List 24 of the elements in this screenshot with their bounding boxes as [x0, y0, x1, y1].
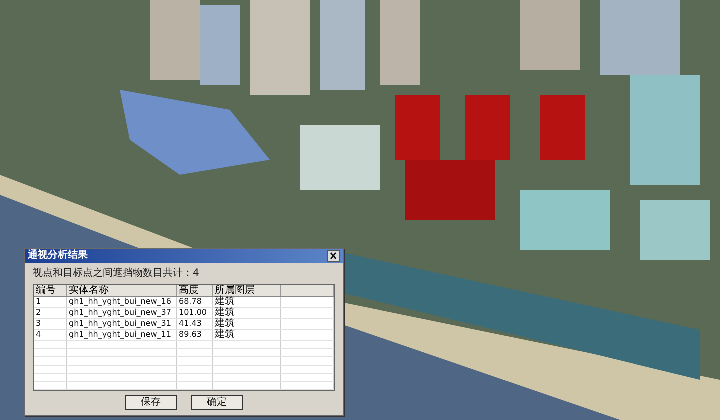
header-filler: [281, 285, 334, 296]
table-cell: 101.00: [177, 308, 213, 318]
table-cell: 建筑: [213, 297, 281, 307]
ok-button[interactable]: 确定: [191, 395, 243, 410]
table-cell: 68.78: [177, 297, 213, 307]
table-cell: gh1_hh_yght_bui_new_37: [67, 308, 177, 318]
table-cell: gh1_hh_yght_bui_new_16: [67, 297, 177, 307]
save-button[interactable]: 保存: [125, 395, 177, 410]
table-cell: gh1_hh_yght_bui_new_31: [67, 319, 177, 329]
table-cell: 41.43: [177, 319, 213, 329]
table-cell: 3: [34, 319, 67, 329]
summary-text: 视点和目标点之间遮挡物数目共计：4: [32, 266, 200, 281]
table-cell: 建筑: [213, 319, 281, 329]
table-cell: 89.63: [177, 330, 213, 340]
table-cell: 2: [34, 308, 67, 318]
table-cell: 建筑: [213, 330, 281, 340]
table-cell: 4: [34, 330, 67, 340]
close-icon[interactable]: [327, 250, 340, 262]
column-header: 编号: [34, 285, 67, 296]
dialog-title: 通视分析结果: [28, 249, 88, 263]
table-cell: 建筑: [213, 308, 281, 318]
column-header: 所属图层: [213, 285, 281, 296]
table-cell: gh1_hh_yght_bui_new_11: [67, 330, 177, 340]
table-cell: 1: [34, 297, 67, 307]
